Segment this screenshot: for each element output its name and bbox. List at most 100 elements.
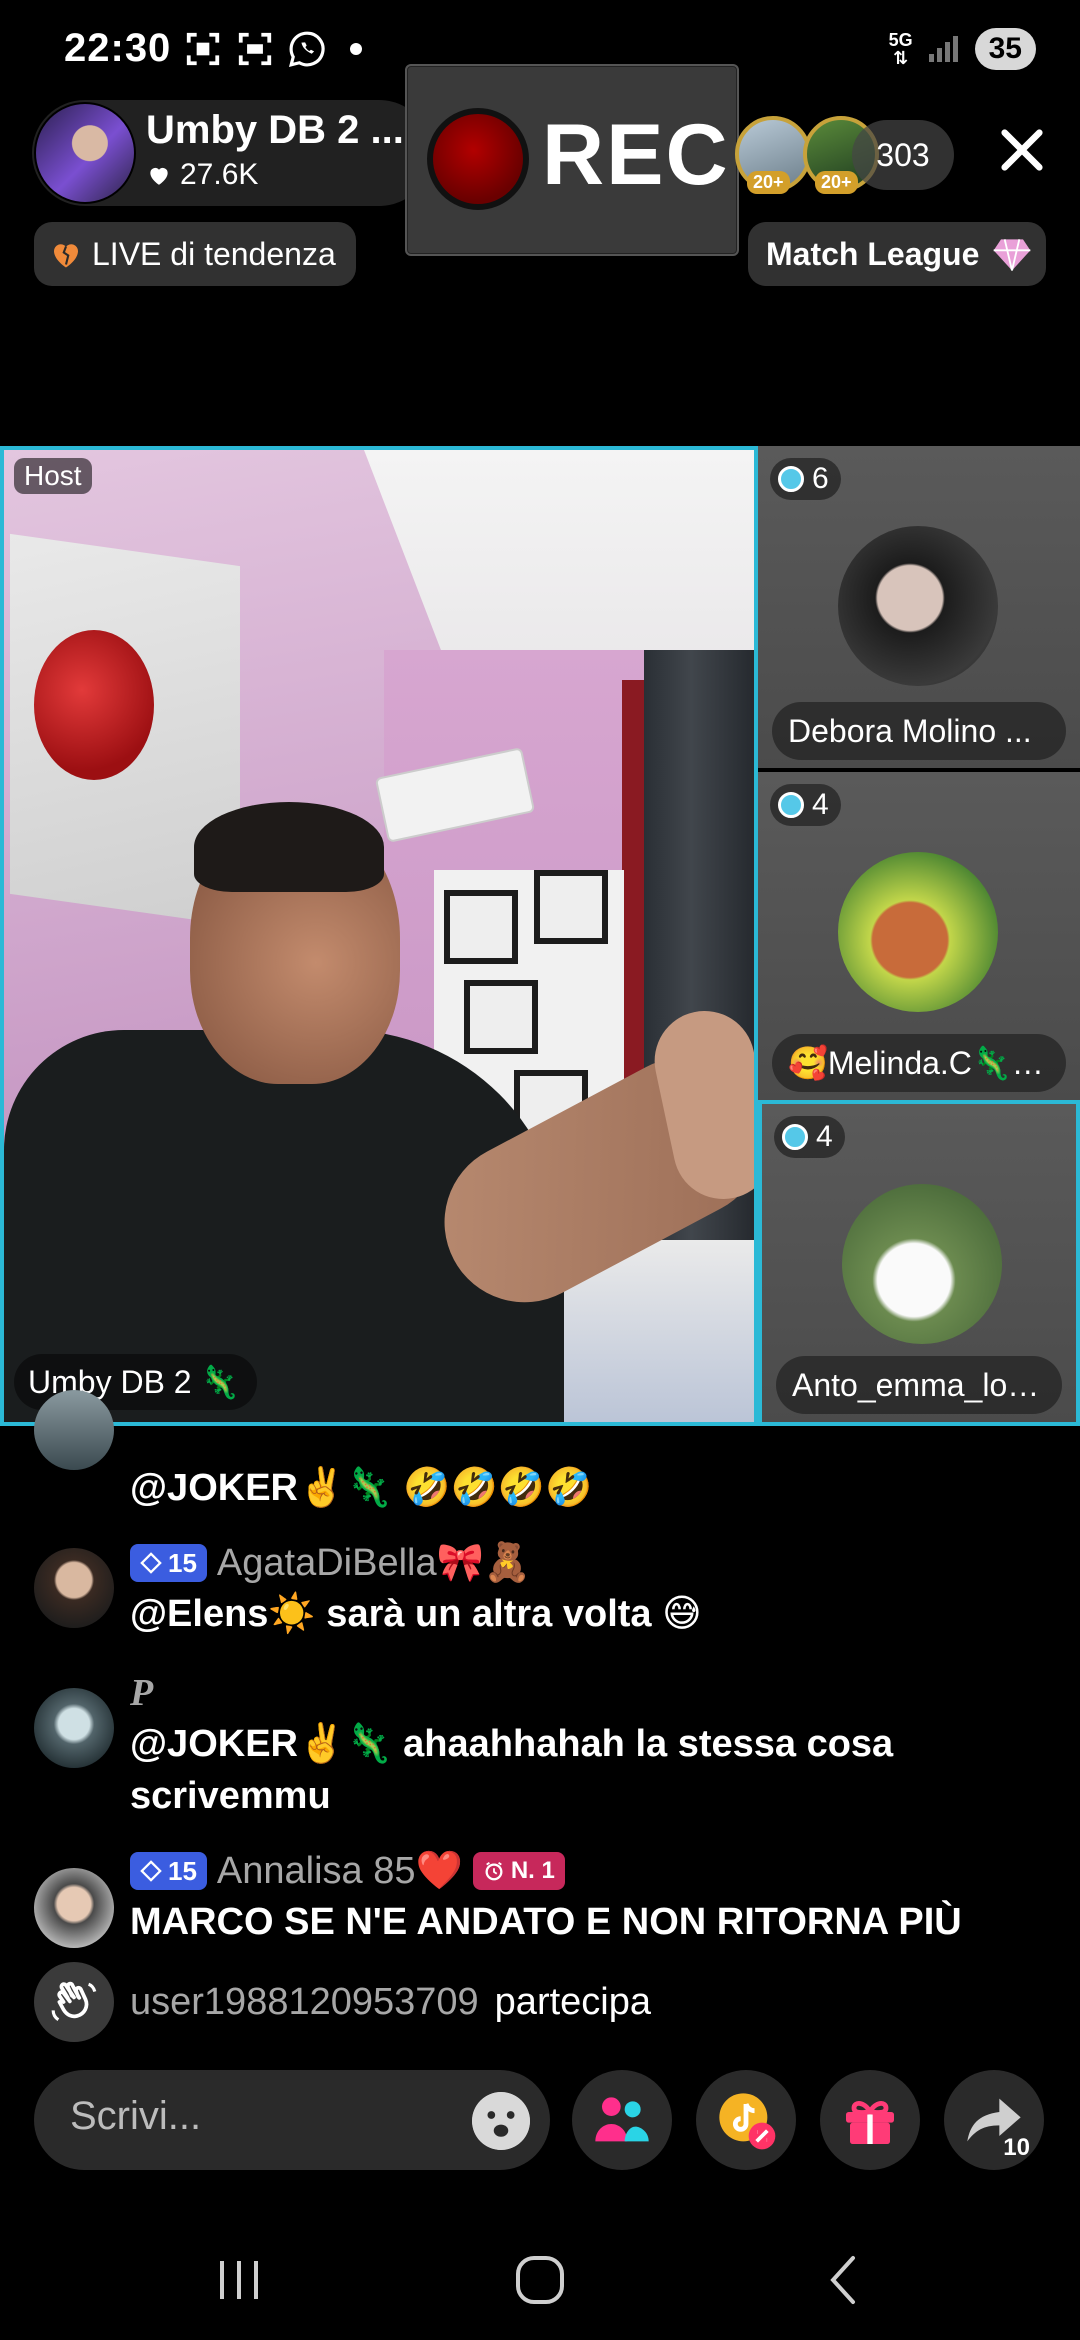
guest-name: Anto_emma_lov...	[776, 1356, 1062, 1414]
status-icons-right: 5G ⇅ 35	[889, 28, 1036, 70]
host-avatar[interactable]	[34, 102, 136, 204]
chat-text: MARCO SE N'E ANDATO E NON RITORNA PIÙ	[130, 1901, 962, 1943]
gift-button[interactable]	[820, 2070, 920, 2170]
chat-username[interactable]: Annalisa 85❤️	[217, 1849, 463, 1893]
video-person-hair	[194, 802, 384, 892]
comment-placeholder: Scrivi...	[70, 2094, 202, 2138]
likes-count: 27.6K	[180, 158, 259, 191]
wave-hand-icon	[34, 1962, 114, 2042]
chat-text: @JOKER✌️🦎 ahaahhahah la stessa cosa scri…	[130, 1723, 894, 1817]
guest-score: 4	[774, 1116, 845, 1158]
host-video[interactable]: Host Umby DB 2 🦎	[0, 446, 758, 1426]
network-5g-icon: 5G ⇅	[888, 30, 913, 68]
diamond-icon	[993, 239, 1031, 271]
tiktok-coin-icon	[719, 2093, 776, 2150]
bottom-toolbar: Scrivi... 10	[0, 2064, 1080, 2174]
broken-heart-icon	[54, 244, 78, 268]
join-notice: user1988120953709 partecipa	[34, 1962, 651, 2042]
guest-tile-1[interactable]: 6 Debora Molino ...	[758, 446, 1080, 768]
join-username[interactable]: user1988120953709	[130, 1981, 479, 2024]
chat-meta: 15 Annalisa 85❤️ N. 1	[130, 1846, 1044, 1896]
back-button[interactable]	[808, 2250, 878, 2310]
chat-avatar[interactable]	[34, 1390, 114, 1470]
screenshot-icon	[186, 32, 220, 66]
chat-avatar[interactable]	[34, 1868, 114, 1948]
shelf-frame	[464, 980, 538, 1054]
chat-avatar[interactable]	[34, 1548, 114, 1628]
guest-avatar	[842, 1184, 1002, 1344]
level-diamond-icon	[140, 1860, 162, 1882]
share-count: 10	[1003, 2134, 1030, 2161]
host-likes: 27.6K	[146, 158, 258, 192]
chat-avatar[interactable]	[34, 1688, 114, 1768]
comment-input[interactable]: Scrivi...	[34, 2070, 550, 2170]
host-name[interactable]: Umby DB 2 ...	[146, 108, 404, 153]
chat-message[interactable]: P @JOKER✌️🦎 ahaahhahah la stessa cosa sc…	[34, 1668, 1044, 1828]
promo-button[interactable]	[696, 2070, 796, 2170]
top-viewers[interactable]: 20+ 20+	[735, 116, 879, 194]
alarm-clock-icon	[485, 1861, 503, 1881]
guest-tile-3[interactable]: 4 Anto_emma_lov...	[758, 1100, 1080, 1426]
chat-meta: 15 AgataDiBella🎀🧸	[130, 1538, 1044, 1588]
level-value: 15	[168, 1855, 197, 1886]
match-label: Match League	[766, 235, 980, 272]
screenshot-icon	[238, 32, 272, 66]
join-action: partecipa	[494, 1980, 651, 2023]
guest-score-value: 4	[816, 1120, 833, 1153]
share-button[interactable]: 10	[944, 2070, 1044, 2170]
people-icon	[595, 2097, 649, 2142]
system-nav-bar	[0, 2220, 1080, 2340]
signal-icon	[928, 36, 958, 62]
status-time: 22:30	[64, 26, 172, 70]
guest-avatar	[838, 526, 998, 686]
shelf-frame	[534, 870, 608, 944]
close-icon[interactable]	[996, 124, 1048, 176]
viewer-avatar[interactable]: 20+	[735, 116, 811, 194]
guest-score-value: 6	[812, 462, 829, 495]
host-tag: Host	[14, 458, 92, 494]
rec-label: REC	[542, 107, 730, 203]
trending-live-pill[interactable]: LIVE di tendenza	[34, 222, 356, 286]
rank-badge: N. 1	[472, 1852, 565, 1890]
emoji-icon[interactable]	[472, 2092, 530, 2150]
chat-message[interactable]: @JOKER✌️🦎 🤣🤣🤣🤣	[34, 1390, 1044, 1510]
chat-text: @Elens☀️ sarà un altra volta 😅	[130, 1593, 702, 1635]
guest-name: 🥰Melinda.C🦎🦎	[772, 1034, 1066, 1092]
battery-icon: 35	[974, 28, 1036, 70]
level-badge: 15	[130, 1544, 207, 1582]
guest-name: Debora Molino ...	[772, 702, 1066, 760]
chat-username[interactable]: P	[130, 1671, 153, 1715]
chat-meta: P	[130, 1668, 1044, 1718]
viewer-badge: 20+	[747, 171, 790, 194]
multi-guest-button[interactable]	[572, 2070, 672, 2170]
chat-message[interactable]: 15 Annalisa 85❤️ N. 1 MARCO SE N'E ANDAT…	[34, 1846, 1044, 1956]
viewer-count[interactable]: 303	[852, 120, 954, 190]
status-icons-left	[184, 30, 362, 68]
guest-score: 4	[770, 784, 841, 826]
heart-icon	[150, 167, 168, 185]
gift-icon	[846, 2101, 894, 2144]
chat-message[interactable]: 15 AgataDiBella🎀🧸 @Elens☀️ sarà un altra…	[34, 1538, 1044, 1648]
chat-username[interactable]: AgataDiBella🎀🧸	[217, 1541, 531, 1585]
rank-value: N. 1	[510, 1857, 555, 1884]
chat-feed[interactable]: @JOKER✌️🦎 🤣🤣🤣🤣 15 AgataDiBella🎀🧸 @Elens☀…	[0, 1390, 1080, 2042]
guest-tile-2[interactable]: 4 🥰Melinda.C🦎🦎	[758, 772, 1080, 1100]
match-league-pill[interactable]: Match League	[748, 222, 1046, 286]
score-icon	[782, 1124, 808, 1150]
guest-avatar	[838, 852, 998, 1012]
video-scene-rose	[34, 630, 154, 780]
record-dot-icon	[427, 108, 529, 210]
notification-dot-icon	[350, 43, 362, 55]
back-icon	[830, 2256, 855, 2304]
recent-apps-button[interactable]	[204, 2250, 274, 2310]
chat-text: @JOKER✌️🦎 🤣🤣🤣🤣	[130, 1467, 593, 1509]
level-diamond-icon	[140, 1552, 162, 1574]
recording-overlay[interactable]: REC	[405, 64, 739, 256]
score-icon	[778, 466, 804, 492]
guest-score: 6	[770, 458, 841, 500]
whatsapp-icon	[288, 31, 325, 68]
shelf-frame	[444, 890, 518, 964]
home-button[interactable]	[505, 2250, 575, 2310]
guest-score-value: 4	[812, 788, 829, 821]
host-name-tag-emoji: 🦎	[199, 1364, 240, 1400]
